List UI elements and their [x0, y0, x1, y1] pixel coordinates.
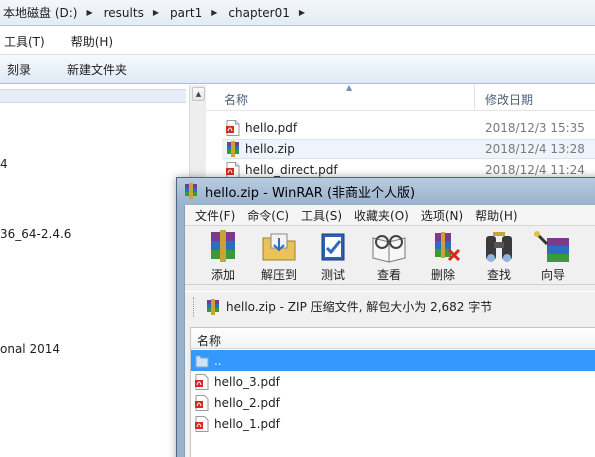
file-row[interactable]: hello.zip 2018/12/4 13:28: [222, 139, 595, 159]
tree-item[interactable]: onal 2014: [0, 342, 60, 356]
file-row[interactable]: hello.pdf 2018/12/3 15:35: [222, 118, 595, 138]
explorer-toolbar: 刻录 新建文件夹: [0, 54, 595, 84]
tool-label: 删除: [430, 268, 455, 282]
tool-label: 解压到: [260, 268, 297, 282]
rar-archive-icon: [207, 298, 219, 315]
tree-item[interactable]: 36_64-2.4.6: [0, 227, 71, 241]
delete-button[interactable]: 删除: [415, 230, 471, 283]
breadcrumb-results[interactable]: results: [101, 0, 147, 25]
archive-path-bar: hello.zip - ZIP 压缩文件, 解包大小为 2,682 字节: [185, 291, 595, 321]
archive-list-header: 名称: [191, 328, 595, 349]
pdf-file-icon: [226, 120, 240, 136]
desktop: 本地磁盘 (D:) ▶ results ▶ part1 ▶ chapter01 …: [0, 0, 595, 457]
window-title: hello.zip - WinRAR (非商业个人版): [205, 185, 416, 201]
view-icon: [372, 235, 406, 263]
file-date: 2018/12/4 13:28: [485, 142, 585, 156]
new-folder-button[interactable]: 新建文件夹: [64, 61, 130, 78]
winrar-toolbar: 添加 解压到 测试 查看 删除 查找 向导: [185, 227, 595, 285]
file-date: 2018/12/4 11:24: [485, 163, 585, 177]
tool-label: 查看: [376, 268, 401, 282]
breadcrumb-part1[interactable]: part1: [167, 0, 205, 25]
add-icon: [211, 230, 235, 262]
extract-to-icon: [262, 233, 296, 261]
delete-icon: [435, 232, 461, 262]
item-name: hello_2.pdf: [214, 395, 280, 410]
archive-item-row[interactable]: hello_2.pdf: [191, 392, 595, 413]
menu-options[interactable]: 选项(N): [421, 207, 463, 224]
extract-to-button[interactable]: 解压到: [251, 230, 307, 283]
item-name: ..: [214, 353, 222, 368]
archive-item-row[interactable]: hello_1.pdf: [191, 413, 595, 434]
find-icon: [486, 232, 512, 262]
breadcrumb-label: chapter01: [228, 5, 290, 20]
explorer-menubar: 工具(T) 帮助(H): [0, 29, 595, 53]
test-button[interactable]: 测试: [305, 230, 361, 283]
wizard-button[interactable]: 向导: [525, 230, 581, 283]
pdf-file-icon: [195, 415, 209, 432]
item-name: hello_3.pdf: [214, 374, 280, 389]
column-divider[interactable]: [474, 85, 475, 111]
breadcrumb-label: 本地磁盘 (D:): [3, 6, 78, 20]
breadcrumb-drive[interactable]: 本地磁盘 (D:): [0, 0, 80, 25]
file-name: hello.pdf: [245, 121, 298, 135]
winrar-window[interactable]: hello.zip - WinRAR (非商业个人版) 文件(F) 命令(C) …: [176, 177, 595, 457]
breadcrumb-chapter01[interactable]: chapter01: [225, 0, 292, 25]
rar-archive-icon: [227, 141, 239, 157]
add-button[interactable]: 添加: [195, 230, 251, 283]
menu-favorites[interactable]: 收藏夹(O): [354, 207, 409, 224]
pdf-file-icon: [195, 394, 209, 411]
tool-label: 查找: [486, 268, 511, 282]
toolbar-grip[interactable]: [193, 296, 197, 317]
winrar-title-bar[interactable]: hello.zip - WinRAR (非商业个人版): [177, 178, 595, 204]
archive-info: hello.zip - ZIP 压缩文件, 解包大小为 2,682 字节: [226, 300, 493, 314]
menu-help[interactable]: 帮助(H): [71, 33, 113, 50]
chevron-right-icon[interactable]: ▶: [299, 8, 305, 17]
menu-tools[interactable]: 工具(T): [4, 33, 45, 50]
find-button[interactable]: 查找: [471, 230, 527, 283]
column-name[interactable]: 名称: [197, 332, 221, 349]
winrar-app-icon: [185, 183, 197, 199]
tool-label: 添加: [210, 268, 235, 282]
wizard-icon: [534, 231, 569, 262]
chevron-right-icon[interactable]: ▶: [153, 8, 159, 17]
scroll-up-arrow-icon[interactable]: ▲: [192, 87, 205, 101]
chevron-right-icon[interactable]: ▶: [86, 8, 92, 17]
address-bar[interactable]: 本地磁盘 (D:) ▶ results ▶ part1 ▶ chapter01 …: [0, 0, 595, 26]
archive-file-list[interactable]: 名称 .. hello_3.pdf hello_2.pdf hello_1.pd…: [190, 327, 595, 457]
column-modified[interactable]: 修改日期: [485, 91, 533, 108]
view-button[interactable]: 查看: [361, 230, 417, 283]
menu-help[interactable]: 帮助(H): [475, 207, 517, 224]
breadcrumb-label: part1: [169, 5, 203, 20]
file-name: hello_direct.pdf: [245, 163, 338, 177]
tree-item[interactable]: 4: [0, 157, 8, 171]
chevron-right-icon[interactable]: ▶: [211, 8, 217, 17]
winrar-menubar: 文件(F) 命令(C) 工具(S) 收藏夹(O) 选项(N) 帮助(H): [185, 205, 595, 226]
folder-up-icon: [195, 355, 209, 367]
file-name: hello.zip: [245, 142, 295, 156]
tool-label: 向导: [540, 268, 565, 282]
test-icon: [321, 233, 345, 261]
menu-commands[interactable]: 命令(C): [247, 207, 289, 224]
item-name: hello_1.pdf: [214, 416, 280, 431]
pdf-file-icon: [195, 373, 209, 390]
menu-tools[interactable]: 工具(S): [301, 207, 342, 224]
tool-label: 测试: [320, 268, 345, 282]
parent-folder-row[interactable]: ..: [191, 350, 595, 371]
selected-tree-item[interactable]: [0, 89, 186, 103]
breadcrumb-label: results: [103, 5, 144, 20]
navigation-pane[interactable]: 4 36_64-2.4.6 onal 2014: [0, 85, 190, 457]
pdf-file-icon: [226, 162, 240, 178]
sort-ascending-icon: ▲: [346, 83, 353, 92]
menu-file[interactable]: 文件(F): [195, 207, 235, 224]
winrar-client: 文件(F) 命令(C) 工具(S) 收藏夹(O) 选项(N) 帮助(H) 添加: [184, 205, 595, 457]
archive-item-row[interactable]: hello_3.pdf: [191, 371, 595, 392]
column-name[interactable]: 名称: [224, 91, 248, 108]
file-list-header: ▲ 名称 修改日期: [206, 83, 595, 111]
file-date: 2018/12/3 15:35: [485, 121, 585, 135]
burn-button[interactable]: 刻录: [4, 61, 34, 78]
